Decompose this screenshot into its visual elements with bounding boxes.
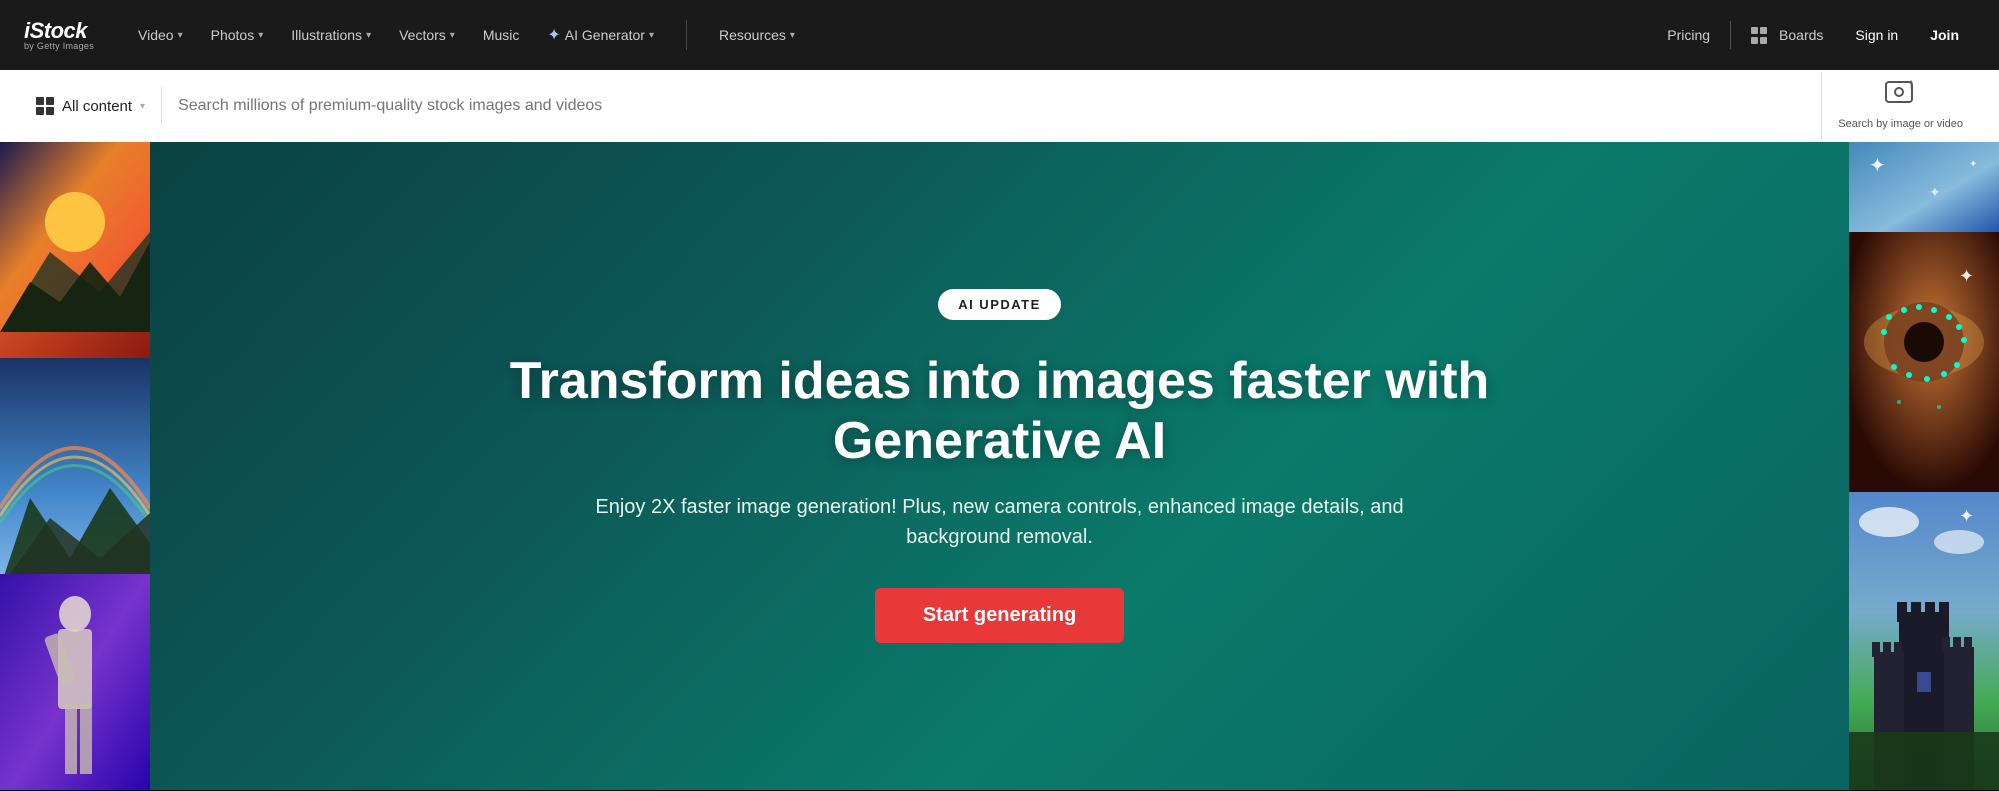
hero-title: Transform ideas into images faster with … [450,352,1550,472]
nav-label-ai-generator: AI Generator [565,27,645,43]
logo-sub: by Getty Images [24,42,94,51]
logo[interactable]: iStock by Getty Images [24,20,94,51]
svg-text:✦: ✦ [1969,159,1977,170]
nav-label-video: Video [138,27,174,43]
chevron-down-icon: ▾ [140,101,145,112]
sign-in-button[interactable]: Sign in [1839,19,1914,51]
statue-svg [0,574,150,790]
svg-text:✦: ✦ [1929,184,1941,200]
hero-thumbnail-eye: ✦ [1849,232,1999,492]
pricing-link[interactable]: Pricing [1651,19,1726,51]
abstract-top-svg: ✦ ✦ ✦ [1849,142,1999,232]
eye-svg: ✦ [1849,232,1999,492]
nav-label-vectors: Vectors [399,27,446,43]
hero-thumbnail-statue [0,574,150,790]
pricing-label: Pricing [1667,27,1710,43]
side-images-right: ✦ ✦ ✦ [1849,142,1999,790]
chevron-down-icon: ▾ [450,30,455,41]
boards-link[interactable]: Boards [1735,19,1839,51]
ai-update-text: AI UPDATE [958,297,1041,312]
join-button[interactable]: Join [1914,19,1975,51]
nav-label-photos: Photos [211,27,255,43]
nav-item-vectors[interactable]: Vectors ▾ [387,19,467,51]
chevron-down-icon: ▾ [790,30,795,41]
search-by-image-button[interactable]: ↑ Search by image or video [1821,73,1979,139]
search-input-wrap [178,97,1805,115]
boards-label: Boards [1779,27,1823,43]
chevron-down-icon: ▾ [649,30,654,41]
content-type-dropdown[interactable]: All content ▾ [20,87,162,125]
nav-links: Video ▾ Photos ▾ Illustrations ▾ Vectors… [126,17,1651,53]
search-input[interactable] [178,97,1805,115]
boards-icon [1751,27,1771,43]
hero-section: AI UPDATE Transform ideas into images fa… [0,142,1999,790]
chevron-down-icon: ▾ [178,30,183,41]
ai-update-badge: AI UPDATE [938,289,1061,320]
svg-text:✦: ✦ [1869,155,1886,177]
hero-thumbnail-mountains [0,358,150,574]
castle-svg: ✦ [1849,492,1999,790]
search-by-image-label: Search by image or video [1838,117,1963,131]
logo-istock: iStock [24,20,94,42]
nav-item-resources[interactable]: Resources ▾ [707,19,807,51]
camera-upload-icon: ↑ [1885,81,1917,113]
mountains-svg [0,358,150,574]
nav-divider [686,20,687,50]
nav-right: Pricing Boards Sign in Join [1651,19,1975,51]
hero-content: AI UPDATE Transform ideas into images fa… [250,289,1750,643]
nav-right-divider [1730,21,1731,49]
search-section: All content ▾ ↑ Search by image or video [0,70,1999,142]
nav-item-music[interactable]: Music [471,19,532,51]
chevron-down-icon: ▾ [366,30,371,41]
nav-item-ai-generator[interactable]: ✦ AI Generator ▾ [535,17,666,53]
nav-label-resources: Resources [719,27,786,43]
content-type-label: All content [62,98,132,115]
svg-text:✦: ✦ [1959,266,1974,286]
nav-item-photos[interactable]: Photos ▾ [199,19,276,51]
navbar: iStock by Getty Images Video ▾ Photos ▾ … [0,0,1999,70]
side-images-left [0,142,150,790]
hero-subtitle: Enjoy 2X faster image generation! Plus, … [550,492,1450,552]
nav-label-music: Music [483,27,520,43]
chevron-down-icon: ▾ [258,30,263,41]
grid-icon [36,97,54,115]
sparkle-icon: ✦ [547,25,560,45]
hero-thumbnail-abstract-top: ✦ ✦ ✦ [1849,142,1999,232]
nav-item-illustrations[interactable]: Illustrations ▾ [279,19,383,51]
sunset-svg [0,142,150,332]
hero-thumbnail-castle: ✦ [1849,492,1999,790]
nav-item-video[interactable]: Video ▾ [126,19,195,51]
upload-arrow-icon: ↑ [1908,75,1915,91]
svg-text:✦: ✦ [1959,506,1974,526]
nav-label-illustrations: Illustrations [291,27,362,43]
start-generating-button[interactable]: Start generating [875,588,1124,643]
hero-thumbnail-sunset [0,142,150,358]
